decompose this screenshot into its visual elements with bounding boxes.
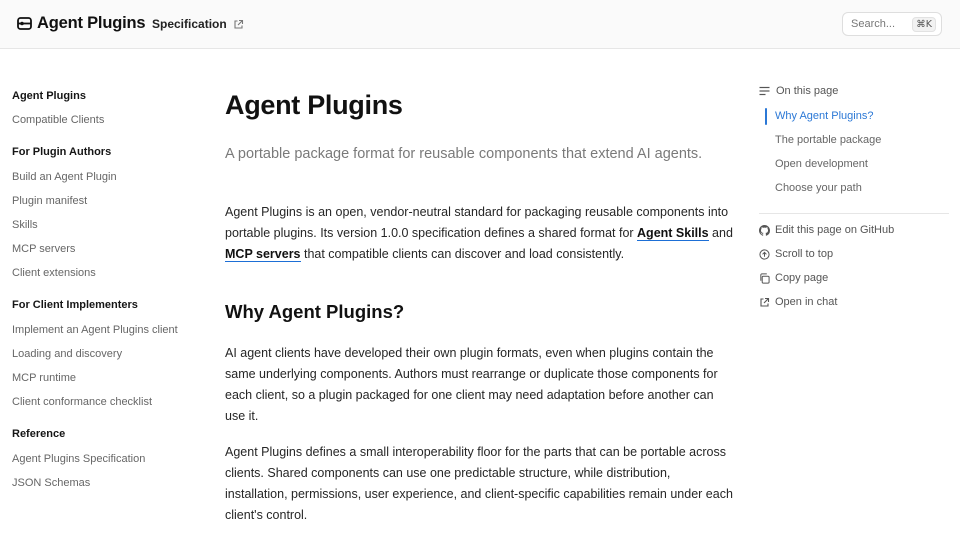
sidebar-item-loading-discovery[interactable]: Loading and discovery: [12, 348, 122, 360]
toc-item-choose-path[interactable]: Choose your path: [775, 182, 862, 194]
search-input[interactable]: Search... ⌘K: [842, 12, 942, 36]
sidebar-item-client-extensions[interactable]: Client extensions: [12, 267, 96, 279]
scroll-to-top-label: Scroll to top: [775, 248, 834, 260]
sidebar-section-title: For Plugin Authors: [12, 146, 112, 158]
sidebar-item-mcp-runtime[interactable]: MCP runtime: [12, 372, 76, 384]
search-shortcut-badge: ⌘K: [912, 16, 936, 32]
list-icon: [759, 86, 770, 96]
sidebar-section-title[interactable]: Agent Plugins: [12, 90, 86, 102]
sidebar-item-plugin-manifest[interactable]: Plugin manifest: [12, 195, 87, 207]
scroll-to-top-button[interactable]: Scroll to top: [759, 248, 833, 260]
arrow-up-circle-icon: [759, 248, 770, 260]
sidebar-item-json-schemas[interactable]: JSON Schemas: [12, 477, 90, 489]
toc-active-indicator: [765, 108, 767, 125]
site-logo[interactable]: Agent Plugins: [17, 14, 146, 33]
logo-text: Agent Plugins: [37, 14, 146, 32]
github-icon: [759, 224, 770, 236]
sidebar-section-title: For Client Implementers: [12, 299, 138, 311]
intro-text: and: [708, 226, 733, 240]
sidebar-item-specification[interactable]: Agent Plugins Specification: [12, 453, 145, 465]
specification-link-label: Specification: [152, 17, 227, 31]
external-link-icon: [234, 19, 243, 29]
toc-title-text: On this page: [776, 85, 839, 97]
sidebar-section-title: Reference: [12, 428, 66, 440]
toc-item-portable-package[interactable]: The portable package: [775, 134, 881, 146]
intro-text: that compatible clients can discover and…: [300, 247, 625, 261]
sidebar-item-skills[interactable]: Skills: [12, 219, 38, 231]
page-subtitle: A portable package format for reusable c…: [225, 146, 703, 162]
body-paragraph: AI agent clients have developed their ow…: [225, 346, 718, 423]
copy-icon: [760, 272, 770, 284]
sidebar-item-compatible-clients[interactable]: Compatible Clients: [12, 114, 104, 126]
mcp-servers-link[interactable]: MCP servers: [225, 247, 301, 262]
toc-item-why[interactable]: Why Agent Plugins?: [775, 110, 873, 122]
agent-skills-link[interactable]: Agent Skills: [637, 226, 709, 241]
toc-item-open-development[interactable]: Open development: [775, 158, 868, 170]
sidebar-item-mcp-servers[interactable]: MCP servers: [12, 243, 75, 255]
copy-page-button[interactable]: Copy page: [759, 272, 828, 284]
toc-title: On this page: [759, 85, 838, 97]
toc-divider: [759, 213, 949, 214]
edit-on-github-link[interactable]: Edit this page on GitHub: [759, 224, 894, 236]
open-in-chat-link[interactable]: Open in chat: [759, 296, 837, 308]
sidebar-item-conformance-checklist[interactable]: Client conformance checklist: [12, 396, 152, 408]
top-header: Agent Plugins Specification Search... ⌘K: [0, 0, 960, 49]
page-title: Agent Plugins: [225, 90, 403, 120]
open-in-chat-label: Open in chat: [775, 296, 838, 308]
specification-link[interactable]: Specification: [152, 17, 244, 31]
section-heading: Why Agent Plugins?: [225, 301, 405, 322]
copy-page-label: Copy page: [775, 272, 829, 284]
sidebar-item-build-plugin[interactable]: Build an Agent Plugin: [12, 171, 117, 183]
search-placeholder: Search...: [851, 18, 896, 30]
sidebar-item-implement-client[interactable]: Implement an Agent Plugins client: [12, 324, 178, 336]
edit-on-github-label: Edit this page on GitHub: [775, 224, 895, 236]
plugin-logo-icon: [17, 17, 32, 30]
body-paragraph: Agent Plugins defines a small interopera…: [225, 445, 733, 522]
intro-paragraph: Agent Plugins is an open, vendor-neutral…: [225, 202, 735, 265]
external-link-icon: [760, 297, 770, 307]
